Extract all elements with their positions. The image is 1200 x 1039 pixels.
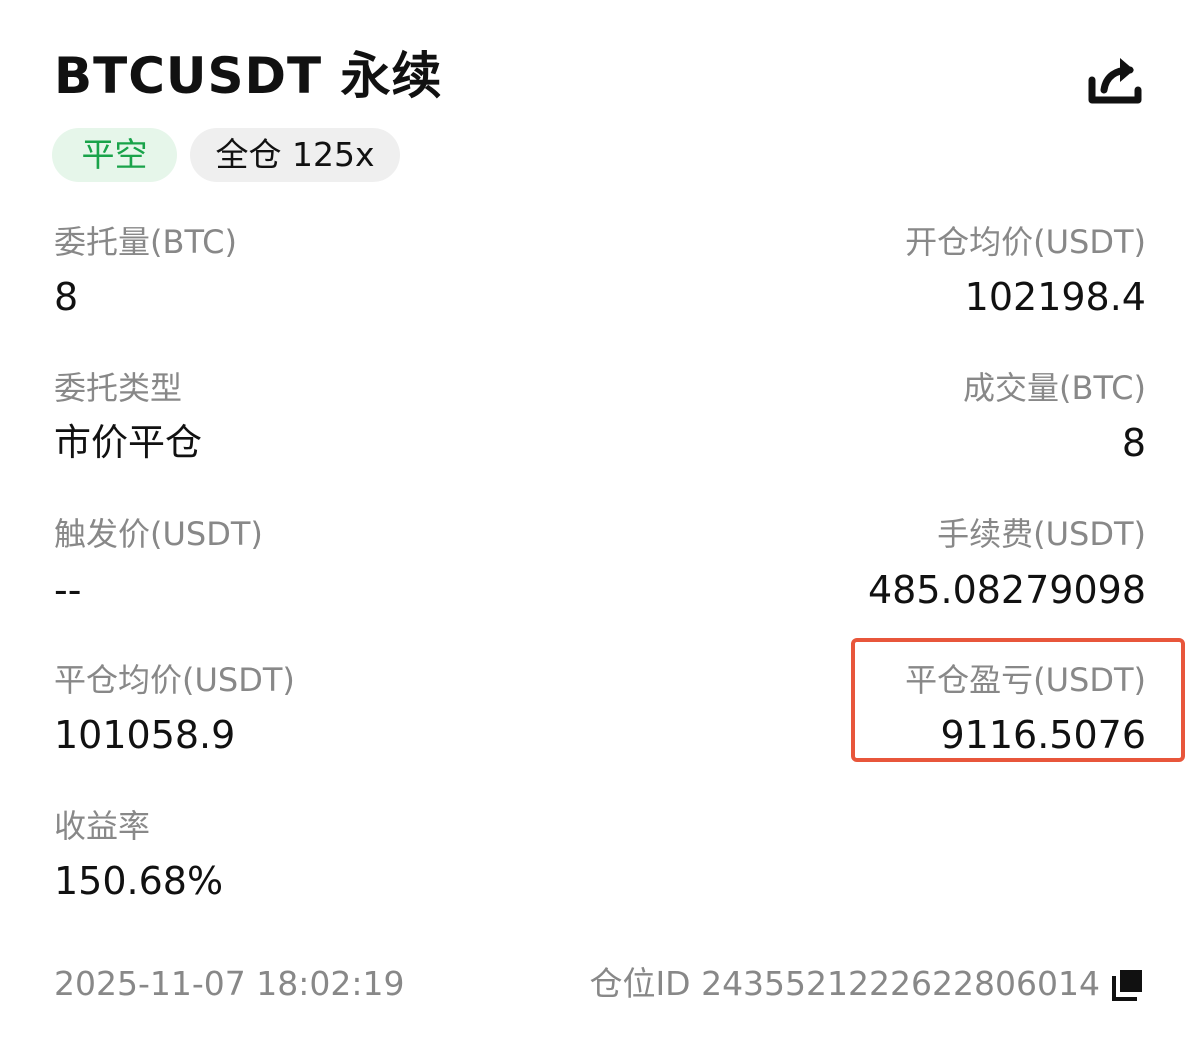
side-badge: 平空	[52, 128, 177, 182]
close-avg-price-label: 平仓均价(USDT)	[54, 661, 295, 699]
filled-qty-label: 成交量(BTC)	[963, 369, 1146, 407]
open-avg-price-value: 102198.4	[964, 275, 1146, 319]
fee-value: 485.08279098	[867, 568, 1146, 612]
page-title: BTCUSDT 永续	[54, 47, 443, 105]
trigger-price-label: 触发价(USDT)	[54, 515, 263, 553]
open-avg-price-label: 开仓均价(USDT)	[905, 223, 1146, 261]
close-pnl-label: 平仓盈亏(USDT)	[905, 661, 1146, 699]
margin-mode-badge: 全仓 125x	[190, 128, 400, 182]
order-timestamp: 2025-11-07 18:02:19	[54, 964, 405, 1003]
order-type-label: 委托类型	[54, 369, 183, 407]
position-id: 仓位ID 2435521222622806014	[589, 964, 1100, 1003]
filled-qty-value: 8	[1121, 421, 1146, 465]
share-icon	[1088, 58, 1142, 104]
close-avg-price-value: 101058.9	[54, 713, 236, 757]
close-pnl-value: 9116.5076	[940, 713, 1147, 757]
order-qty-label: 委托量(BTC)	[54, 223, 237, 261]
roi-label: 收益率	[54, 807, 151, 845]
trigger-price-value: --	[54, 568, 82, 612]
copy-icon	[1112, 970, 1142, 1001]
order-qty-value: 8	[54, 275, 79, 319]
roi-value: 150.68%	[54, 859, 224, 903]
copy-button[interactable]	[1110, 968, 1144, 1002]
share-button[interactable]	[1084, 50, 1146, 110]
order-type-value: 市价平仓	[54, 421, 202, 464]
fee-label: 手续费(USDT)	[937, 515, 1146, 553]
